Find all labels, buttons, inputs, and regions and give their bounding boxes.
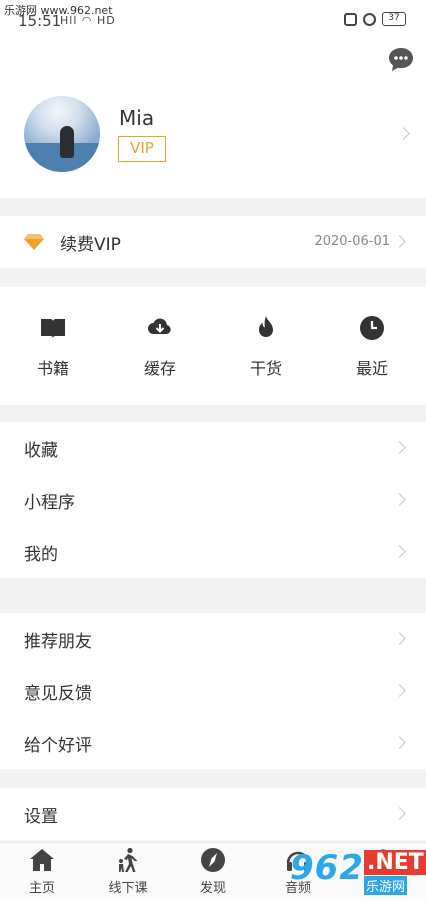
menu-item-favorites[interactable]: 收藏 (0, 422, 426, 474)
quick-actions: 书籍 缓存 干货 最近 (0, 287, 426, 405)
quick-action-recent[interactable]: 最近 (332, 315, 412, 379)
tab-home[interactable]: 主页 (2, 847, 82, 896)
book-icon (41, 319, 65, 338)
renew-vip-row[interactable]: 续费VIP 2020-06-01 (0, 216, 426, 268)
menu-group-3: 设置 (0, 788, 426, 840)
vip-badge: VIP (118, 136, 166, 162)
quick-action-label: 干货 (249, 359, 282, 378)
tab-offline-classes[interactable]: 线下课 (88, 847, 168, 896)
user-name: Mia (119, 106, 155, 130)
walk-icon (119, 847, 138, 872)
tab-discover[interactable]: 发现 (173, 847, 253, 896)
quick-action-books[interactable]: 书籍 (13, 315, 93, 379)
menu-item-mini-programs[interactable]: 小程序 (0, 474, 426, 526)
diamond-icon (24, 234, 44, 250)
quick-action-label: 书籍 (36, 359, 69, 378)
menu-item-label: 收藏 (24, 441, 58, 461)
menu-group-2: 推荐朋友 意见反馈 给个好评 (0, 613, 426, 769)
menu-item-feedback[interactable]: 意见反馈 (0, 665, 426, 717)
status-time: 15:51 (18, 12, 62, 30)
vip-expiry-date: 2020-06-01 (314, 234, 390, 249)
vibrate-icon (344, 12, 357, 26)
battery-icon: 37 (382, 12, 406, 26)
quick-action-cache[interactable]: 缓存 (120, 315, 200, 379)
menu-item-rate[interactable]: 给个好评 (0, 717, 426, 769)
watermark-net: .NET (364, 850, 426, 875)
status-signal: Hll ◠ HD (60, 14, 116, 27)
renew-vip-label: 续费VIP (60, 235, 121, 255)
chevron-right-icon (393, 684, 406, 697)
cloud-download-icon (148, 318, 171, 334)
message-icon[interactable] (388, 46, 414, 72)
fire-icon (259, 316, 273, 337)
tab-label: 线下课 (108, 881, 148, 896)
home-icon (30, 849, 54, 871)
menu-group-1: 收藏 小程序 我的 (0, 422, 426, 578)
quick-action-label: 缓存 (143, 359, 176, 378)
chevron-right-icon (393, 736, 406, 749)
menu-item-label: 给个好评 (24, 736, 92, 756)
menu-item-label: 意见反馈 (24, 684, 92, 704)
chevron-right-icon (393, 545, 406, 558)
chevron-right-icon (393, 807, 406, 820)
tab-label: 主页 (28, 881, 55, 896)
quick-action-label: 最近 (355, 359, 388, 378)
menu-item-label: 设置 (24, 807, 58, 827)
avatar[interactable] (24, 96, 100, 172)
tab-label: 发现 (199, 881, 226, 896)
menu-item-mine[interactable]: 我的 (0, 526, 426, 578)
menu-item-label: 小程序 (24, 493, 75, 513)
renew-vip-chevron-icon (393, 235, 406, 248)
clock-icon (360, 316, 384, 340)
menu-item-label: 我的 (24, 545, 58, 565)
site-watermark-logo: 962 .NET 乐游网 (290, 848, 426, 895)
system-icons: 37 (344, 12, 406, 26)
chevron-right-icon (393, 441, 406, 454)
status-bar: 乐游网 www.962.net 15:51 Hll ◠ HD 37 (0, 0, 426, 36)
watermark-cn: 乐游网 (364, 876, 408, 895)
quick-action-dry-goods[interactable]: 干货 (226, 315, 306, 379)
menu-item-label: 推荐朋友 (24, 632, 92, 652)
menu-item-recommend-friends[interactable]: 推荐朋友 (0, 613, 426, 665)
chevron-right-icon (393, 632, 406, 645)
watermark-number: 962 (290, 848, 364, 888)
chevron-right-icon (393, 493, 406, 506)
lock-rotation-icon (363, 12, 376, 26)
avatar-figure (60, 126, 74, 158)
menu-item-settings[interactable]: 设置 (0, 788, 426, 840)
compass-icon (201, 848, 225, 872)
